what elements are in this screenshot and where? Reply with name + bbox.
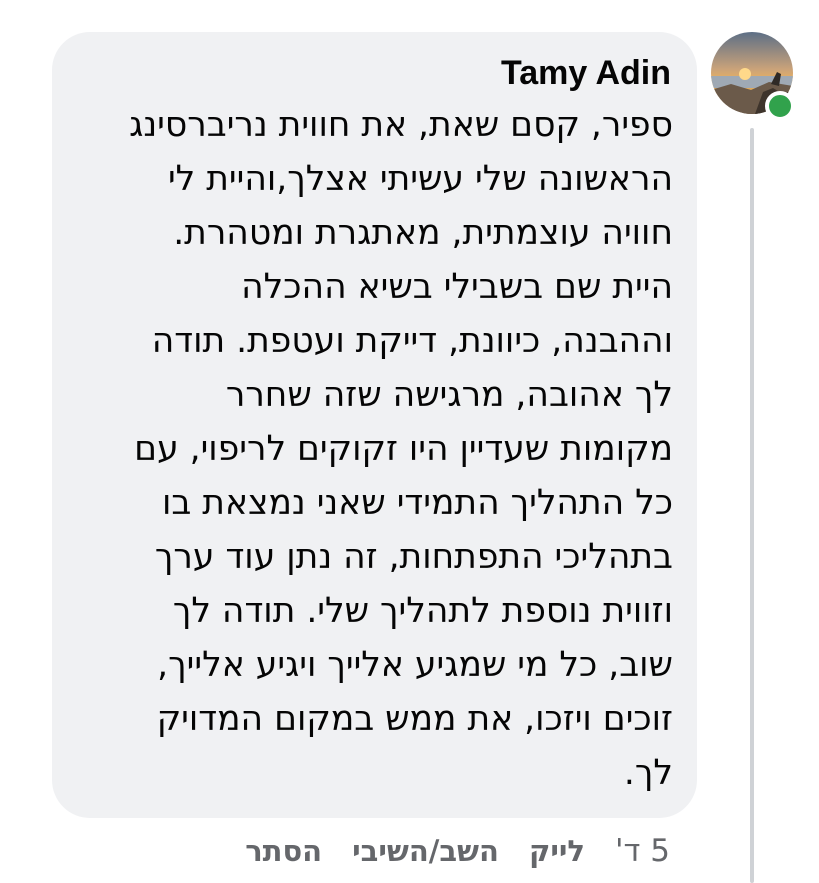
online-status-indicator xyxy=(765,91,795,121)
comment-text: ספיר, קסם שאת, את חווית נריברסינג הראשונ… xyxy=(68,98,673,800)
reply-button[interactable]: השב/השיבי xyxy=(352,834,499,868)
comment-actions-bar: 5 ד' לייק השב/השיבי הסתר xyxy=(170,826,670,876)
comment-text-line: לך. xyxy=(623,753,673,793)
comment-text-line: שוב, כל מי שמגיע אלייך ויגיע אלייך, xyxy=(157,645,673,685)
comment-text-line: היית שם בשבילי בשיא ההכלה xyxy=(241,267,673,307)
comment-timestamp[interactable]: 5 ד' xyxy=(615,833,670,869)
comment-text-line: וזווית נוספת לתהליך שלי. תודה לך xyxy=(172,591,673,631)
comment-text-line: זוכים ויזכו, את ממש במקום המדויק xyxy=(156,699,673,739)
thread-connector-line xyxy=(750,128,754,883)
hide-button[interactable]: הסתר xyxy=(245,834,322,868)
comment-text-line: לך אהובה, מרגישה שזה שחרר xyxy=(225,375,673,415)
comment-text-line: מקומות שעדיין היו זקוקים לריפוי, עם xyxy=(134,429,673,469)
like-button[interactable]: לייק xyxy=(529,834,585,868)
comment-text-line: בתהליכי התפתחות, זה נתן עוד ערך xyxy=(154,537,673,577)
comment-bubble: Tamy Adin ספיר, קסם שאת, את חווית נריברס… xyxy=(52,32,697,818)
comment-text-line: ספיר, קסם שאת, את חווית נריברסינג xyxy=(129,105,673,145)
comment-text-line: וההבנה, כיוונת, דייקת ועטפת. תודה xyxy=(151,321,673,361)
comment-author-name[interactable]: Tamy Adin xyxy=(501,54,671,93)
comment-text-line: הראשונה שלי עשיתי אצלך,והיית לי xyxy=(167,159,673,199)
comment-text-line: כל התהליך התמידי שאני נמצאת בו xyxy=(161,483,673,523)
comment-text-line: חוויה עוצמתית, מאתגרת ומטהרת. xyxy=(173,213,673,253)
